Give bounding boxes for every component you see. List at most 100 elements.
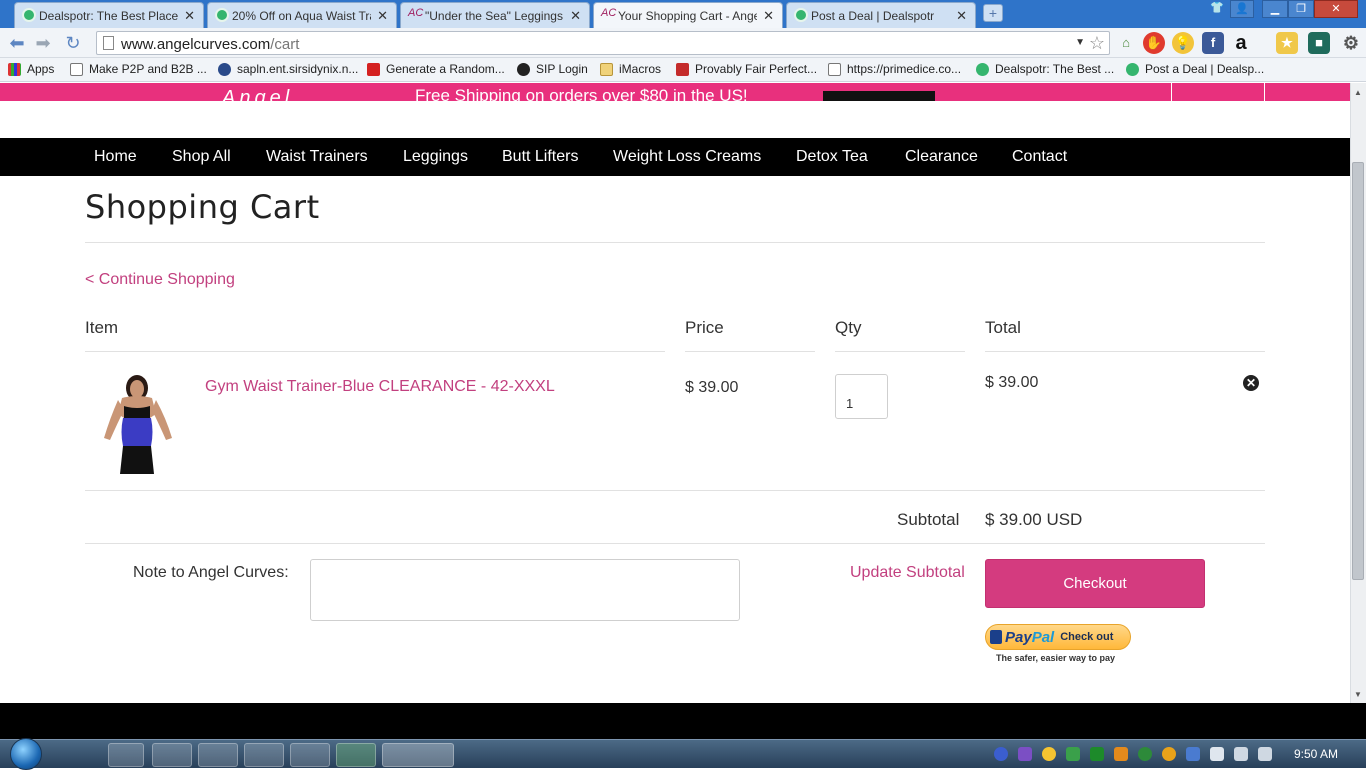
header-cart-button[interactable] xyxy=(1171,83,1265,101)
volume-icon[interactable] xyxy=(1258,747,1272,761)
tray-icon[interactable] xyxy=(1042,747,1056,761)
network-icon[interactable] xyxy=(198,743,238,767)
nav-item-home[interactable]: Home xyxy=(94,148,137,166)
angelcurves-icon: AC xyxy=(408,7,424,19)
dropdown-arrow-icon[interactable]: ▼ xyxy=(1075,37,1085,48)
bookmark-folder[interactable]: iMacros xyxy=(600,62,661,76)
facebook-icon[interactable]: f xyxy=(1202,32,1224,54)
promo-shop-button[interactable] xyxy=(823,91,935,101)
tray-icon[interactable] xyxy=(1066,747,1080,761)
bookmark-item[interactable]: Provably Fair Perfect... xyxy=(676,62,817,76)
tray-icon[interactable] xyxy=(1138,747,1152,761)
address-url[interactable]: www.angelcurves.com/cart xyxy=(121,36,299,53)
nav-item-waist-trainers[interactable]: Waist Trainers xyxy=(266,148,368,166)
lightbulb-icon[interactable]: 💡 xyxy=(1172,32,1194,54)
bookmark-item[interactable]: Generate a Random... xyxy=(367,62,505,76)
app-icon[interactable] xyxy=(244,743,284,767)
bookmark-star-icon[interactable]: ☆ xyxy=(1089,33,1105,54)
amazon-icon[interactable]: a xyxy=(1230,32,1252,54)
tab-title: Your Shopping Cart - Ange xyxy=(618,9,758,23)
tray-icon[interactable] xyxy=(1210,747,1224,761)
subtotal-label: Subtotal xyxy=(897,510,960,529)
browser-tab-bar: Dealspotr: The Best Place t ✕ 20% Off on… xyxy=(0,0,1366,29)
product-thumbnail[interactable] xyxy=(96,374,178,474)
bookmark-label: Post a Deal | Dealsp... xyxy=(1145,62,1265,76)
update-subtotal-link[interactable]: Update Subtotal xyxy=(850,564,965,582)
divider xyxy=(985,351,1265,352)
paypal-checkout-button[interactable]: PayPal Check out xyxy=(985,624,1131,650)
calculator-icon[interactable] xyxy=(108,743,144,767)
browser-tab[interactable]: AC "Under the Sea" Leggings ✕ xyxy=(400,2,590,28)
browser-tab-active[interactable]: AC Your Shopping Cart - Ange ✕ xyxy=(593,2,783,29)
browser-tab[interactable]: Post a Deal | Dealspotr ✕ xyxy=(786,2,976,28)
site-logo[interactable]: Angel xyxy=(222,87,293,101)
back-arrow-icon[interactable]: ⬅ xyxy=(6,33,28,53)
chrome-taskbar-icon[interactable] xyxy=(382,743,454,767)
bookmark-apps[interactable]: Apps xyxy=(8,62,54,76)
divider xyxy=(85,351,665,352)
scroll-up-icon[interactable]: ▲ xyxy=(1351,86,1365,100)
tray-icon[interactable] xyxy=(1162,747,1176,761)
nav-item-contact[interactable]: Contact xyxy=(1012,148,1067,166)
system-clock[interactable]: 9:50 AM xyxy=(1294,747,1338,761)
close-icon[interactable]: ✕ xyxy=(763,8,774,24)
nav-item-clearance[interactable]: Clearance xyxy=(905,148,978,166)
extension-icon[interactable]: ■ xyxy=(1308,32,1330,54)
bookmark-item[interactable]: SIP Login xyxy=(517,62,588,76)
note-label: Note to Angel Curves: xyxy=(133,564,289,581)
nav-item-shop-all[interactable]: Shop All xyxy=(172,148,231,166)
tray-icon[interactable] xyxy=(1186,747,1200,761)
maximize-icon[interactable]: ❐ xyxy=(1288,0,1314,18)
bookmark-item[interactable]: Post a Deal | Dealsp... xyxy=(1126,62,1264,76)
paypal-cta: Check out xyxy=(1060,631,1114,643)
scrollbar-thumb[interactable] xyxy=(1352,162,1364,580)
remove-item-icon[interactable]: ✕ xyxy=(1243,375,1259,391)
window-close-icon[interactable]: ✕ xyxy=(1314,0,1358,18)
close-icon[interactable]: ✕ xyxy=(570,8,581,24)
browser-tab[interactable]: 20% Off on Aqua Waist Tra ✕ xyxy=(207,2,397,28)
windows-start-icon[interactable] xyxy=(10,738,42,770)
angelcurves-icon: AC xyxy=(601,7,617,19)
close-icon[interactable]: ✕ xyxy=(184,8,195,24)
user-icon[interactable]: 👤 xyxy=(1230,0,1254,18)
note-textarea[interactable] xyxy=(310,559,740,621)
nav-item-detox-tea[interactable]: Detox Tea xyxy=(796,148,868,166)
quantity-input[interactable] xyxy=(835,374,888,419)
shirt-icon[interactable]: 👕 xyxy=(1206,0,1228,18)
utorrent-icon[interactable] xyxy=(336,743,376,767)
minimize-icon[interactable]: ▁ xyxy=(1262,0,1288,18)
address-bar[interactable]: www.angelcurves.com/cart ▼ ☆ xyxy=(96,31,1110,55)
explorer-icon[interactable] xyxy=(60,743,88,767)
browser-tab[interactable]: Dealspotr: The Best Place t ✕ xyxy=(14,2,204,28)
nav-item-weight-loss-creams[interactable]: Weight Loss Creams xyxy=(613,148,761,166)
extension-icon[interactable]: ★ xyxy=(1276,32,1298,54)
network-tray-icon[interactable] xyxy=(1234,747,1248,761)
close-icon[interactable]: ✕ xyxy=(956,8,967,24)
new-tab-button[interactable]: + xyxy=(983,4,1003,22)
close-icon[interactable]: ✕ xyxy=(377,8,388,24)
divider xyxy=(835,351,965,352)
folder-icon[interactable] xyxy=(152,743,192,767)
bookmark-item[interactable]: Make P2P and B2B ... xyxy=(70,62,207,76)
stop-extension-icon[interactable]: ✋ xyxy=(1143,32,1165,54)
checkout-button[interactable]: Checkout xyxy=(985,559,1205,608)
forward-arrow-icon[interactable]: ➡ xyxy=(32,33,54,53)
notepad-icon[interactable] xyxy=(290,743,330,767)
continue-shopping-link[interactable]: < Continue Shopping xyxy=(85,271,235,289)
tray-icon[interactable] xyxy=(1114,747,1128,761)
settings-icon[interactable]: ⚙ xyxy=(1340,32,1362,54)
nav-item-butt-lifters[interactable]: Butt Lifters xyxy=(502,148,578,166)
dealspotr-icon xyxy=(1126,62,1139,76)
reload-icon[interactable]: ↻ xyxy=(62,33,84,53)
tray-icon[interactable] xyxy=(1018,747,1032,761)
scroll-down-icon[interactable]: ▼ xyxy=(1351,688,1365,702)
tray-icon[interactable] xyxy=(994,747,1008,761)
nav-item-leggings[interactable]: Leggings xyxy=(403,148,468,166)
tray-icon[interactable] xyxy=(1090,747,1104,761)
bookmark-item[interactable]: sapln.ent.sirsidynix.n... xyxy=(218,62,358,76)
bookmark-item[interactable]: https://primedice.co... xyxy=(828,62,961,76)
bookmark-label: https://primedice.co... xyxy=(847,62,962,76)
bookmark-item[interactable]: Dealspotr: The Best ... xyxy=(976,62,1114,76)
home-icon[interactable]: ⌂ xyxy=(1115,32,1137,54)
product-name-link[interactable]: Gym Waist Trainer-Blue CLEARANCE - 42-XX… xyxy=(205,378,555,396)
